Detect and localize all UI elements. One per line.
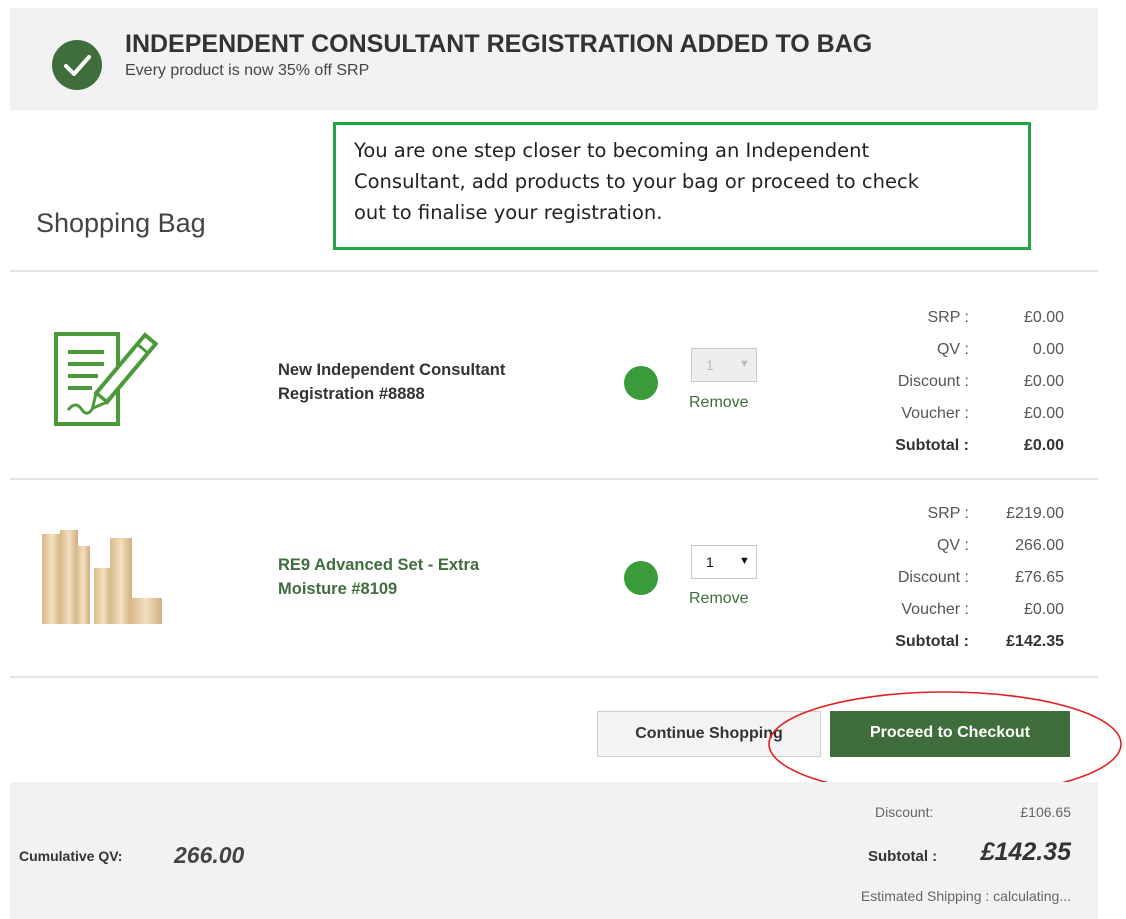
summary-discount-label: Discount: [875,804,934,820]
product-name[interactable]: New Independent Consultant Registration … [278,358,505,406]
subtotal-row: Subtotal : £0.00 [895,437,1064,454]
banner-subtitle: Every product is now 35% off SRP [125,62,370,79]
product-name-line: RE9 Advanced Set - Extra [278,556,480,574]
summary-subtotal-label: Subtotal : [868,848,938,865]
summary-discount-value: £106.65 [1020,804,1071,820]
remove-link[interactable]: Remove [689,394,749,412]
voucher-row: Voucher : £0.00 [901,601,1064,618]
page-title: Shopping Bag [36,208,206,238]
subtotal-row: Subtotal : £142.35 [895,633,1064,650]
registration-notice: You are one step closer to becoming an I… [333,122,1031,250]
srp-row: SRP : £219.00 [927,505,1065,522]
divider [10,478,1098,480]
notice-line: Consultant, add products to your bag or … [354,170,920,193]
added-to-bag-banner [10,8,1098,110]
registration-form-icon [48,318,159,443]
product-bottles-image [40,528,166,631]
chevron-down-icon: ▼ [739,358,750,370]
remove-link[interactable]: Remove [689,590,749,608]
estimated-shipping: Estimated Shipping : calculating... [860,888,1071,904]
price-breakdown: SRP : £219.00 QV :266.00 Discount : £76.65… [860,498,1064,658]
product-name-line: New Independent Consultant [278,361,506,379]
check-circle-icon [52,40,102,90]
discount-row: Discount : £0.00 [897,373,1064,390]
summary-subtotal-value: £142.35 [980,838,1071,866]
chevron-down-icon: ▼ [739,555,750,567]
divider [10,676,1098,678]
srp-row: SRP : £0.00 [927,309,1065,326]
quantity-value: 1 [706,554,714,570]
quantity-value: 1 [706,357,714,373]
notice-line: out to finalise your registration. [354,201,663,224]
qv-row: QV :0.00 [936,341,1064,358]
status-dot [624,366,658,400]
quantity-select: 1 ▼ [691,348,757,382]
product-name-link[interactable]: RE9 Advanced Set - Extra Moisture #8109 [278,553,479,601]
status-dot [624,561,658,595]
quantity-select[interactable]: 1 ▼ [691,545,757,579]
discount-row: Discount : £76.65 [897,569,1064,586]
product-name-line: Registration #8888 [278,385,425,403]
notice-line: You are one step closer to becoming an I… [354,139,870,162]
product-name-line: Moisture #8109 [278,580,398,598]
price-breakdown: SRP : £0.00 QV :0.00 Discount : £0.00 Vouc… [860,302,1064,462]
cumulative-qv-label: Cumulative QV: [19,848,123,864]
divider [10,270,1098,272]
cumulative-qv-value: 266.00 [174,842,245,868]
voucher-row: Voucher : £0.00 [901,405,1064,422]
qv-row: QV :266.00 [936,537,1064,554]
banner-title: INDEPENDENT CONSULTANT REGISTRATION ADDE… [125,30,873,58]
